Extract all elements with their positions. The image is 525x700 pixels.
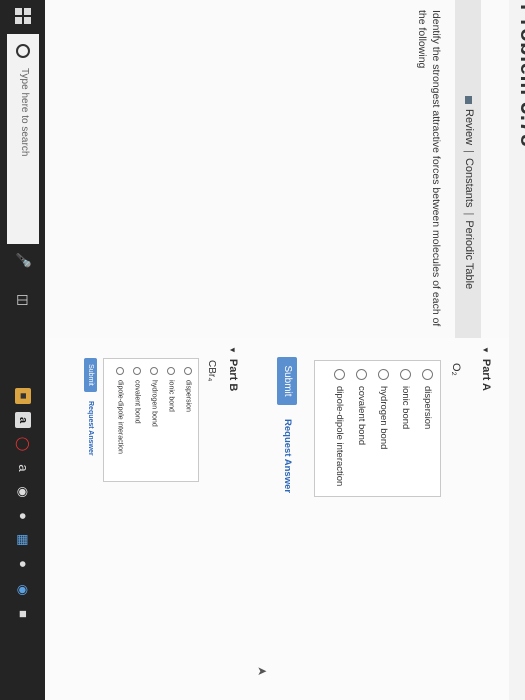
problem-info-panel: Review | Constants | Periodic Table Identify…	[45, 0, 509, 338]
periodic-table-link[interactable]: Periodic Table	[463, 220, 475, 289]
taskbar-search-box[interactable]: Type here to search	[7, 34, 39, 244]
option-ionic-bond[interactable]: ionic bond	[167, 367, 175, 412]
windows-icon[interactable]	[15, 8, 31, 24]
constants-link[interactable]: Constants	[463, 158, 475, 208]
review-icon	[465, 96, 473, 104]
option-hydrogen-bond[interactable]: hydrogen bond	[378, 369, 389, 449]
radio-button[interactable]	[167, 367, 175, 375]
part-b-submit-button[interactable]: Submit	[84, 358, 97, 392]
part-b-request-answer-link[interactable]: Request Answer	[87, 401, 94, 456]
option-covalent-bond[interactable]: covalent bond	[133, 367, 141, 424]
taskbar: Type here to search 🎤 ◫ ■ a ◯ a ◉ ● ▦ ● …	[0, 0, 45, 700]
link-separator: |	[462, 150, 475, 153]
part-b-options: dispersion ionic bond hydrogen bond cova…	[103, 358, 199, 482]
part-b-formula: CBr₄	[206, 360, 217, 382]
option-dipole-dipole[interactable]: dipole-dipole interaction	[334, 369, 345, 486]
link-separator: |	[462, 212, 475, 216]
app-icon-2[interactable]: ●	[15, 556, 31, 572]
radio-button[interactable]	[184, 367, 192, 375]
store-icon[interactable]: ▦	[15, 532, 31, 548]
radio-button[interactable]	[378, 369, 389, 380]
radio-button[interactable]	[150, 367, 158, 375]
option-ionic-bond[interactable]: ionic bond	[400, 369, 411, 429]
opera-icon[interactable]: ◯	[15, 436, 31, 452]
parts-panel: ▼Part A O₂ dispersion ionic bond hydroge…	[45, 338, 509, 700]
problem-title: Problem 5.78	[516, 4, 525, 147]
part-a-header[interactable]: ▼Part A	[480, 346, 492, 391]
part-b-header[interactable]: ▼Part B	[227, 346, 239, 391]
file-explorer-icon[interactable]: ■	[15, 388, 31, 404]
microphone-icon[interactable]: 🎤	[15, 252, 31, 268]
option-dispersion[interactable]: dispersion	[184, 367, 192, 412]
amazon-icon[interactable]: a	[15, 412, 31, 428]
chrome-icon[interactable]: ◉	[15, 484, 31, 500]
search-placeholder: Type here to search	[19, 68, 30, 157]
part-a-formula: O₂	[450, 363, 462, 376]
radio-button[interactable]	[334, 369, 345, 380]
task-view-icon[interactable]: ◫	[15, 292, 31, 308]
question-text: Identify the strongest attractive forces…	[416, 10, 442, 327]
app-icon[interactable]: ●	[15, 508, 31, 524]
option-dispersion[interactable]: dispersion	[422, 369, 433, 429]
part-a-request-answer-link[interactable]: Request Answer	[282, 419, 293, 493]
part-a-options: dispersion ionic bond hydrogen bond cova…	[314, 360, 441, 497]
radio-button[interactable]	[356, 369, 367, 380]
radio-button[interactable]	[422, 369, 433, 380]
app-icon-3[interactable]: ■	[15, 606, 31, 622]
resource-links: Review | Constants | Periodic Table	[463, 96, 475, 289]
part-a-submit-button[interactable]: Submit	[277, 357, 297, 405]
app-a-icon[interactable]: a	[15, 460, 31, 476]
radio-button[interactable]	[400, 369, 411, 380]
browser-page: Problem 5.78 Review | Constants | Periodic T…	[45, 0, 525, 700]
monitor-screen: Problem 5.78 Review | Constants | Periodic T…	[0, 0, 525, 700]
option-covalent-bond[interactable]: covalent bond	[356, 369, 367, 445]
option-dipole-dipole[interactable]: dipole-dipole interaction	[116, 367, 124, 454]
collapse-triangle-icon: ▼	[481, 346, 491, 354]
option-hydrogen-bond[interactable]: hydrogen bond	[150, 367, 158, 427]
photo-stage: Problem 5.78 Review | Constants | Periodic T…	[0, 0, 525, 700]
collapse-triangle-icon: ▼	[228, 346, 238, 354]
radio-button[interactable]	[116, 367, 124, 375]
search-circle-icon	[16, 44, 30, 58]
review-link[interactable]: Review	[463, 109, 475, 145]
mouse-cursor-icon: ➤	[256, 664, 268, 679]
radio-button[interactable]	[133, 367, 141, 375]
steam-icon[interactable]: ◉	[15, 582, 31, 598]
